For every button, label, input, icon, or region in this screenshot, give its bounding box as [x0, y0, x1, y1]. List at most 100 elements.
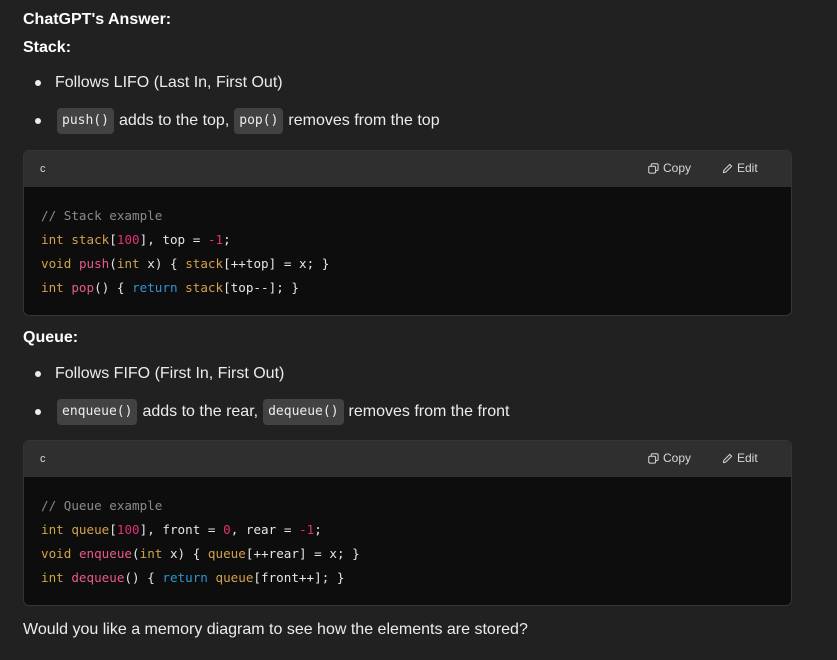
stack-bullet-ops: push() adds to the top, pop() removes fr… [35, 108, 440, 134]
inline-code-pop: pop() [234, 108, 284, 134]
code-token-type: int [41, 280, 64, 295]
code-token-punct: ; [223, 232, 231, 247]
code-token-number: - [299, 522, 307, 537]
code-token-punct [216, 522, 224, 537]
copy-icon [648, 162, 659, 174]
code-token-punct: ] [298, 546, 307, 561]
code-token-keyword: return [132, 280, 178, 295]
code-token-identifier: top [245, 256, 269, 271]
code-token-punct: } [336, 570, 345, 585]
code-line: // Stack example [41, 208, 163, 223]
inline-code-push: push() [57, 108, 114, 134]
code-token-punct [345, 546, 353, 561]
edit-label: Edit [737, 161, 758, 175]
queue-heading: Queue: [23, 329, 79, 346]
code-token-punct: - [253, 280, 262, 295]
bullet-dot [35, 409, 41, 415]
code-token-number: 100 [116, 232, 140, 247]
queue-bullet-fifo: Follows FIFO (First In, First Out) [35, 363, 284, 385]
code-language-label: c [40, 453, 46, 465]
code-token-identifier: rear [268, 546, 299, 561]
code-line: // Queue example [41, 498, 163, 513]
queue-bullet-ops-text2: removes from the front [348, 403, 510, 420]
code-token-type: int [116, 256, 140, 271]
code-token-punct: ; [314, 522, 322, 537]
code-token-punct [276, 256, 284, 271]
code-token-type: void [41, 256, 72, 271]
code-token-punct [109, 280, 117, 295]
edit-button[interactable]: Edit [722, 161, 758, 175]
code-token-punct: , [147, 522, 155, 537]
copy-button[interactable]: Copy [648, 451, 691, 465]
code-token-punct: = [207, 522, 216, 537]
code-token-type: int [41, 570, 64, 585]
stack-code: // Stack example int stack[100], top = -… [24, 187, 791, 315]
code-token-punct [124, 280, 132, 295]
code-token-function: enqueue [78, 546, 133, 561]
code-token-punct [276, 522, 284, 537]
edit-icon [722, 453, 733, 463]
stack-bullet-ops-text1: adds to the top, [118, 112, 230, 129]
code-token-punct: = [314, 546, 322, 561]
code-token-variable: stack [71, 232, 110, 247]
code-token-punct: ) [132, 570, 140, 585]
code-line: int queue[100], front = 0, rear = -1; [41, 522, 322, 537]
code-token-variable: queue [71, 522, 110, 537]
edit-button[interactable]: Edit [722, 451, 758, 465]
code-token-punct [291, 256, 299, 271]
code-token-type: int [41, 232, 64, 247]
code-token-punct [200, 232, 208, 247]
code-token-punct: , [147, 232, 155, 247]
code-token-number: 1 [215, 232, 224, 247]
code-token-punct [200, 546, 208, 561]
code-token-punct [291, 522, 299, 537]
stack-code-block: c Copy Edit // Stack example int stack[1… [23, 150, 792, 316]
stack-bullet-ops-text2: removes from the top [288, 112, 440, 129]
code-token-punct: - [261, 280, 269, 295]
code-line: int stack[100], top = -1; [41, 232, 231, 247]
code-token-punct: { [147, 570, 155, 585]
code-token-type: int [139, 546, 163, 561]
follow-up-question: Would you like a memory diagram to see h… [23, 621, 528, 638]
code-token-punct [314, 256, 322, 271]
code-token-identifier: top [162, 232, 186, 247]
code-token-variable: stack [185, 256, 224, 271]
inline-code-dequeue: dequeue() [263, 399, 344, 425]
stack-bullet-lifo-text: Follows LIFO (Last In, First Out) [55, 74, 283, 91]
stack-bullet-lifo: Follows LIFO (Last In, First Out) [35, 72, 283, 94]
code-token-punct: [ [109, 232, 117, 247]
code-token-identifier: x [299, 256, 307, 271]
code-token-identifier: top [230, 280, 254, 295]
code-token-identifier: x [329, 546, 337, 561]
code-token-identifier: x [169, 546, 178, 561]
code-token-punct: { [170, 256, 178, 271]
copy-button[interactable]: Copy [648, 161, 691, 175]
code-token-identifier: rear [245, 522, 277, 537]
code-token-type: void [41, 546, 72, 561]
bullet-dot [35, 118, 41, 124]
bullet-dot [35, 371, 41, 377]
code-token-number: - [207, 232, 216, 247]
code-language-label: c [40, 163, 46, 175]
code-token-punct: + [306, 570, 315, 585]
code-token-punct: ; [336, 546, 345, 561]
code-token-punct [71, 546, 79, 561]
code-token-function: pop [71, 280, 95, 295]
code-token-punct: } [291, 280, 299, 295]
stack-code-header: c Copy Edit [24, 151, 791, 187]
code-token-punct: [ [253, 570, 261, 585]
code-token-punct: } [352, 546, 360, 561]
code-token-punct [162, 546, 170, 561]
code-token-punct: + [238, 256, 246, 271]
code-token-keyword: return [162, 570, 208, 585]
code-token-punct: ( [109, 256, 117, 271]
code-token-punct: ( [124, 570, 133, 585]
queue-bullet-ops-text1: adds to the rear, [142, 403, 259, 420]
code-token-number: 100 [116, 522, 140, 537]
code-token-punct: + [261, 546, 269, 561]
code-token-identifier: front [162, 522, 201, 537]
code-token-punct: + [298, 570, 307, 585]
code-token-function: dequeue [71, 570, 125, 585]
code-token-variable: stack [185, 280, 224, 295]
code-token-identifier: front [261, 570, 299, 585]
